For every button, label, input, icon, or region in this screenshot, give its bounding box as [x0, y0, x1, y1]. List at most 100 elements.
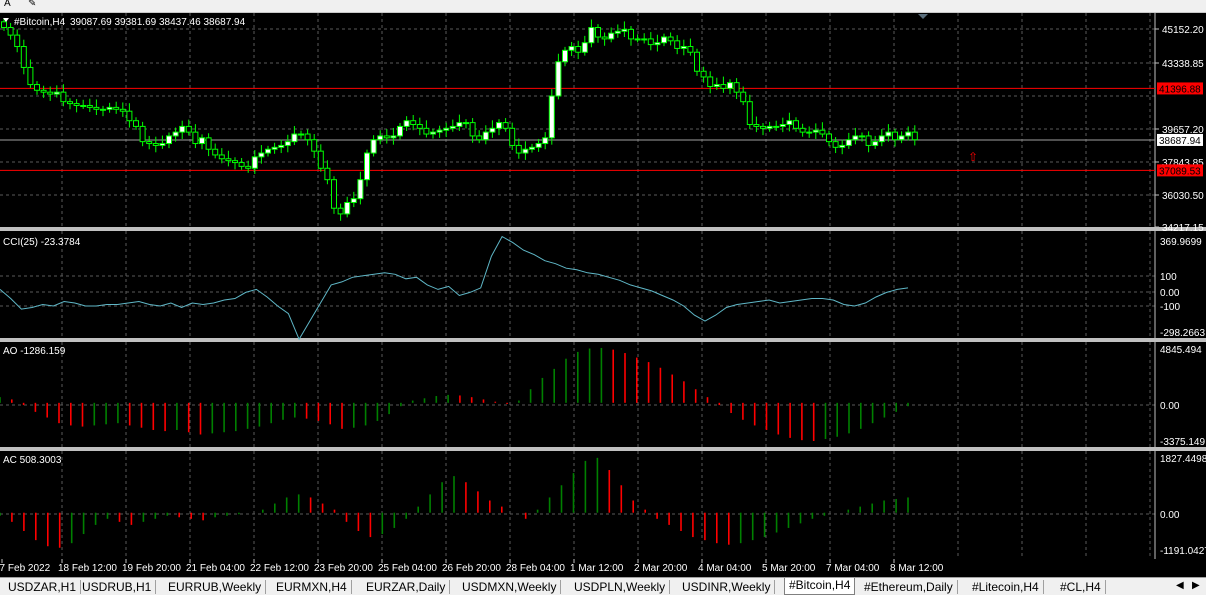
candle-body [509, 127, 516, 146]
candle-body [628, 28, 634, 40]
candle-body [80, 104, 87, 107]
time-tick-label: 2 Mar 20:00 [634, 563, 688, 574]
candle-body [548, 95, 555, 139]
candle-body [542, 137, 549, 145]
candle-body [14, 34, 21, 48]
time-tick-label: 28 Feb 04:00 [506, 563, 565, 574]
candle-body [595, 27, 601, 38]
candle-body [40, 89, 47, 93]
candle-body [73, 103, 80, 106]
candle-body [238, 162, 245, 167]
candle-body [760, 125, 766, 129]
candle-body [126, 110, 133, 122]
candle-body [344, 202, 351, 215]
tab-eurmxn-h4[interactable]: EURMXN,H4 [272, 580, 352, 594]
candle-body [397, 125, 403, 137]
candle-body [271, 146, 278, 150]
candle-body [430, 131, 436, 135]
candle-body [727, 82, 733, 89]
candle-body [779, 124, 786, 127]
candle-body [133, 120, 139, 127]
candle-body [720, 84, 727, 89]
candle-body [515, 144, 522, 154]
candle-body [753, 124, 760, 127]
candle-body [67, 101, 73, 105]
tab-usdrub-h1[interactable]: USDRUB,H1 [78, 580, 157, 594]
candle-body [793, 120, 799, 129]
candle-body [878, 135, 885, 143]
tab-usdinr-weekly[interactable]: USDINR,Weekly [678, 580, 776, 594]
candle-body [192, 131, 199, 145]
chart-area[interactable]: #Bitcoin,H4 39087.69 39381.69 38437.46 3… [0, 13, 1206, 577]
candle-body [146, 141, 153, 145]
candle-body [93, 106, 100, 110]
ao-axis-label: -3375.149 [1160, 437, 1205, 448]
ao-axis-label: 4845.494 [1160, 345, 1202, 356]
candle-body [410, 120, 417, 126]
time-tick-label: 25 Feb 04:00 [378, 563, 437, 574]
candle-body [654, 42, 661, 46]
candle-body [700, 70, 707, 78]
candle-body [812, 129, 819, 133]
candle-body [27, 66, 34, 86]
candle-body [86, 104, 93, 108]
price-tick-label: 36030.50 [1162, 191, 1204, 202]
toolbar: A ✎ [0, 0, 1206, 13]
cci-axis-label: 0.00 [1160, 288, 1180, 299]
candle-body [667, 36, 674, 42]
tab-eurrub-weekly[interactable]: EURRUB,Weekly [164, 580, 267, 594]
text-tool-button[interactable]: A [4, 0, 11, 9]
time-tick-label: 23 Feb 20:00 [314, 563, 373, 574]
candle-body [634, 38, 641, 41]
candle-body [139, 125, 146, 143]
price-tick-label: 45152.20 [1162, 25, 1204, 36]
arrow-up-icon[interactable]: ⇧ [968, 150, 978, 164]
candle-body [245, 165, 252, 169]
tab-eurzar-daily[interactable]: EURZAR,Daily [362, 580, 451, 594]
candle-body [423, 127, 430, 135]
candle-body [885, 131, 892, 137]
candle-body [350, 198, 357, 204]
pen-tool-icon[interactable]: ✎ [28, 0, 36, 9]
candle-body [199, 137, 205, 145]
candle-body [113, 106, 120, 110]
candle-body [1, 21, 7, 29]
candle-body [47, 91, 54, 95]
candle-body [205, 137, 212, 150]
candle-body [166, 135, 172, 145]
scroll-right-icon[interactable]: ▶ [1192, 580, 1200, 591]
candle-body [799, 127, 806, 133]
candle-body [859, 135, 865, 138]
candle-body [806, 131, 813, 134]
cci-axis-label: 100 [1160, 272, 1177, 283]
candle-body [119, 108, 126, 112]
candle-body [601, 36, 608, 40]
tab-bitcoin-h4[interactable]: #Bitcoin,H4 [784, 578, 856, 595]
candle-body [60, 91, 67, 103]
tab-cl-h4[interactable]: #CL,H4 [1056, 580, 1106, 594]
tab-usdzar-h1[interactable]: USDZAR,H1 [4, 580, 82, 594]
ac-axis-label: -1191.0427 [1160, 546, 1206, 557]
candle-body [403, 120, 410, 127]
tab-usdmxn-weekly[interactable]: USDMXN,Weekly [458, 580, 562, 594]
cci-label: CCI(25) -23.3784 [3, 237, 81, 248]
candle-body [34, 84, 40, 91]
tab-usdpln-weekly[interactable]: USDPLN,Weekly [570, 580, 671, 594]
candle-body [159, 143, 166, 146]
candle-body [826, 133, 832, 143]
candle-body [291, 133, 298, 143]
tab-ethereum-daily[interactable]: #Ethereum,Daily [860, 580, 958, 594]
tab-litecoin-h4[interactable]: #Litecoin,H4 [968, 580, 1044, 594]
ac-axis-label: 1827.4498 [1160, 454, 1206, 465]
candle-body [232, 160, 238, 164]
candle-body [865, 135, 872, 146]
candle-body [364, 152, 370, 181]
candle-body [621, 28, 628, 32]
candle-body [337, 207, 344, 215]
candle-body [304, 133, 311, 141]
scroll-left-icon[interactable]: ◀ [1176, 580, 1184, 591]
candle-body [284, 141, 291, 146]
ac-label: AC 508.3003 [3, 455, 62, 466]
candle-body [278, 144, 285, 148]
time-tick-label: 18 Feb 12:00 [58, 563, 117, 574]
